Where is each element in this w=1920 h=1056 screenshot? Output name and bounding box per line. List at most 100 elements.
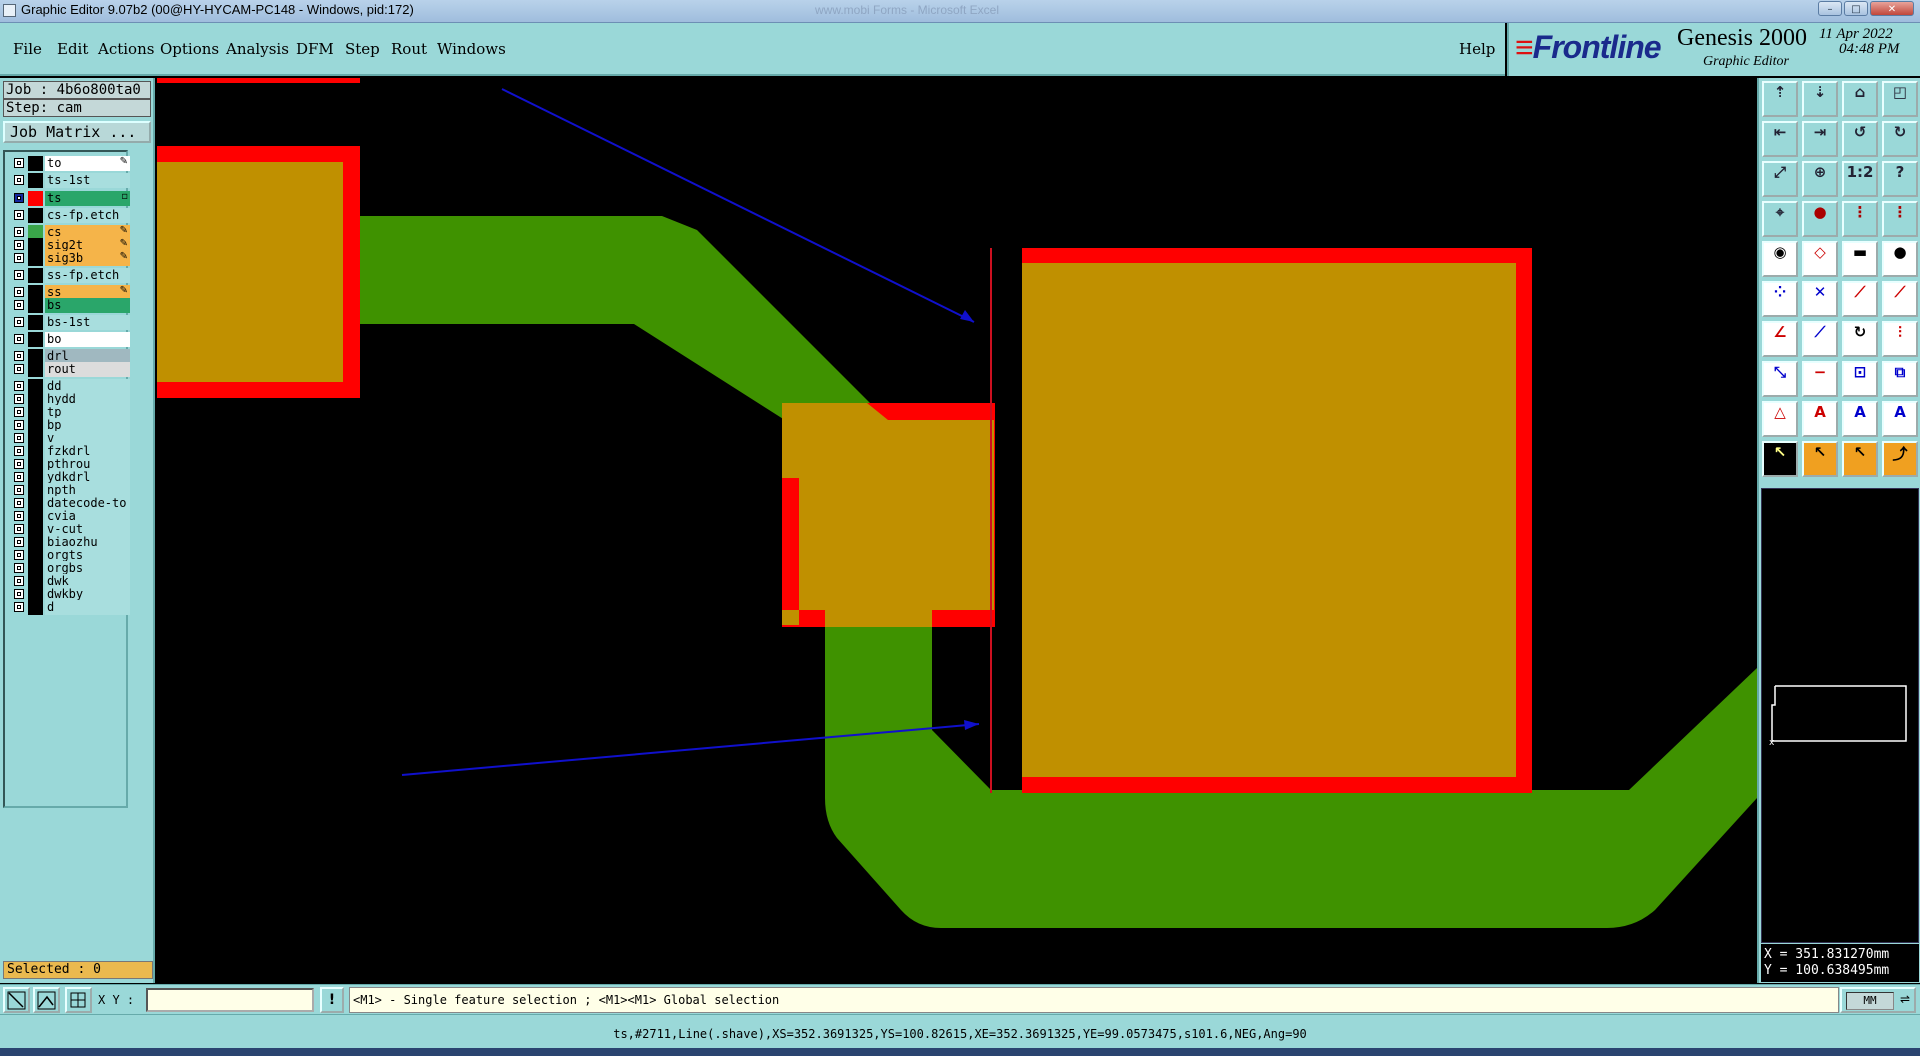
pan-right-button[interactable]: ⇥ bbox=[1802, 121, 1838, 157]
layer-color-swatch[interactable] bbox=[28, 156, 43, 171]
layer-checkbox[interactable] bbox=[14, 589, 24, 599]
layer-checkbox[interactable] bbox=[14, 227, 24, 237]
layer-checkbox[interactable] bbox=[14, 364, 24, 374]
layer-checkbox[interactable] bbox=[14, 446, 24, 456]
close-button[interactable]: ✕ bbox=[1870, 1, 1914, 16]
text-a-bold-button[interactable]: A bbox=[1842, 401, 1878, 437]
maximize-button[interactable]: □ bbox=[1844, 1, 1868, 16]
menu-help[interactable]: Help bbox=[1459, 40, 1495, 58]
layer-checkbox[interactable] bbox=[14, 381, 24, 391]
snap-button[interactable]: ⌖ bbox=[1762, 201, 1798, 237]
layer-checkbox[interactable] bbox=[14, 420, 24, 430]
layer-row-bs[interactable]: bs bbox=[10, 298, 130, 313]
split-button[interactable]: ⫶ bbox=[1882, 321, 1918, 357]
layer-color-swatch[interactable] bbox=[28, 362, 43, 377]
units-select[interactable]: MM ⇌ bbox=[1840, 987, 1916, 1013]
layer-name[interactable]: to ✎ bbox=[45, 156, 130, 171]
layer-row-bo[interactable]: bo bbox=[10, 332, 130, 347]
layer-checkbox[interactable] bbox=[14, 193, 24, 203]
select-path-button[interactable]: ⤴ bbox=[1882, 441, 1918, 477]
menu-windows[interactable]: Windows bbox=[437, 40, 506, 58]
layer-name[interactable]: bs-1st bbox=[45, 315, 130, 330]
scale-1to2-button[interactable]: 1:2 bbox=[1842, 161, 1878, 197]
slash-button[interactable]: ⟋ bbox=[1802, 321, 1838, 357]
net-button[interactable]: ⋮ bbox=[1842, 201, 1878, 237]
layer-checkbox[interactable] bbox=[14, 351, 24, 361]
layer-name[interactable]: sig3b ✎ bbox=[45, 251, 130, 266]
layer-name[interactable]: rout bbox=[45, 362, 130, 377]
net-config-button[interactable]: ⋮ bbox=[1882, 201, 1918, 237]
layer-checkbox[interactable] bbox=[14, 407, 24, 417]
pan-left-button[interactable]: ⇤ bbox=[1762, 121, 1798, 157]
menu-actions[interactable]: Actions bbox=[98, 40, 154, 58]
layer-checkbox[interactable] bbox=[14, 524, 24, 534]
layer-checkbox[interactable] bbox=[14, 334, 24, 344]
zoom-fit-button[interactable]: ⤢ bbox=[1762, 161, 1798, 197]
layer-row-rout[interactable]: rout bbox=[10, 362, 130, 377]
save-button[interactable]: ⇣ bbox=[1802, 81, 1838, 117]
layer-row-ss-fp.etch[interactable]: ss-fp.etch bbox=[10, 268, 130, 283]
undo-view-button[interactable]: ↺ bbox=[1842, 121, 1878, 157]
layer-color-swatch[interactable] bbox=[28, 332, 43, 347]
circle-button[interactable]: ● bbox=[1882, 241, 1918, 277]
layer-checkbox[interactable] bbox=[14, 550, 24, 560]
line-add-button[interactable]: ⟋ bbox=[1842, 281, 1878, 317]
graphic-canvas[interactable] bbox=[157, 78, 1757, 983]
layer-color-swatch[interactable] bbox=[28, 208, 43, 223]
help-button[interactable]: ? bbox=[1882, 161, 1918, 197]
menu-step[interactable]: Step bbox=[345, 40, 380, 58]
layer-name[interactable]: bs bbox=[45, 298, 130, 313]
layer-checkbox[interactable] bbox=[14, 498, 24, 508]
menu-dfm[interactable]: DFM bbox=[296, 40, 334, 58]
layer-checkbox[interactable] bbox=[14, 472, 24, 482]
ruler-button[interactable]: ▬ bbox=[1842, 241, 1878, 277]
layer-name[interactable]: ss-fp.etch bbox=[45, 268, 130, 283]
layer-checkbox[interactable] bbox=[14, 175, 24, 185]
layer-name[interactable]: ts-1st bbox=[45, 173, 130, 188]
layer-row-ts[interactable]: ts ▫ bbox=[10, 191, 130, 206]
triangle-button[interactable]: △ bbox=[1762, 401, 1798, 437]
layer-row-ts-1st[interactable]: ts-1st bbox=[10, 173, 130, 188]
layer-checkbox[interactable] bbox=[14, 270, 24, 280]
board-minimap[interactable]: x bbox=[1761, 488, 1919, 943]
layer-name[interactable]: ts ▫ bbox=[45, 191, 130, 206]
menu-options[interactable]: Options bbox=[160, 40, 219, 58]
layer-checkbox[interactable] bbox=[14, 287, 24, 297]
shave-line[interactable] bbox=[990, 248, 992, 793]
edit-shape-button[interactable]: ◇ bbox=[1802, 241, 1838, 277]
text-a-alt-button[interactable]: A bbox=[1882, 401, 1918, 437]
layer-row-bs-1st[interactable]: bs-1st bbox=[10, 315, 130, 330]
select-arrow-alt-button[interactable]: ↖ bbox=[1802, 441, 1838, 477]
pad-large[interactable] bbox=[1022, 263, 1516, 777]
layer-checkbox[interactable] bbox=[14, 563, 24, 573]
layer-color-swatch[interactable] bbox=[28, 298, 43, 313]
layer-color-swatch[interactable] bbox=[28, 315, 43, 330]
layer-color-swatch[interactable] bbox=[28, 191, 43, 206]
layer-checkbox[interactable] bbox=[14, 317, 24, 327]
resize-button[interactable]: ⤡ bbox=[1762, 361, 1798, 397]
layer-checkbox[interactable] bbox=[14, 300, 24, 310]
layer-checkbox[interactable] bbox=[14, 210, 24, 220]
layer-checkbox[interactable] bbox=[14, 394, 24, 404]
layer-name[interactable]: d bbox=[45, 600, 130, 615]
layer-checkbox[interactable] bbox=[14, 459, 24, 469]
menu-analysis[interactable]: Analysis bbox=[226, 40, 289, 58]
layer-name[interactable]: bo bbox=[45, 332, 130, 347]
menu-edit[interactable]: Edit bbox=[57, 40, 88, 58]
redo-view-button[interactable]: ↻ bbox=[1882, 121, 1918, 157]
layer-row-sig3b[interactable]: sig3b ✎ bbox=[10, 251, 130, 266]
open-layer-button[interactable]: ⇡ bbox=[1762, 81, 1798, 117]
connect-button[interactable]: ⁘ bbox=[1762, 281, 1798, 317]
job-matrix-button[interactable]: Job Matrix ... bbox=[3, 121, 151, 143]
menu-rout[interactable]: Rout bbox=[391, 40, 427, 58]
menu-file[interactable]: File bbox=[13, 40, 42, 58]
pad-middle[interactable] bbox=[782, 403, 994, 625]
layer-checkbox[interactable] bbox=[14, 240, 24, 250]
layer-checkbox[interactable] bbox=[14, 537, 24, 547]
layer-checkbox[interactable] bbox=[14, 433, 24, 443]
layer-row-d[interactable]: d bbox=[10, 600, 130, 615]
layer-checkbox[interactable] bbox=[14, 576, 24, 586]
layer-color-swatch[interactable] bbox=[28, 600, 43, 615]
pad-left[interactable] bbox=[157, 162, 343, 382]
minus-button[interactable]: − bbox=[1802, 361, 1838, 397]
